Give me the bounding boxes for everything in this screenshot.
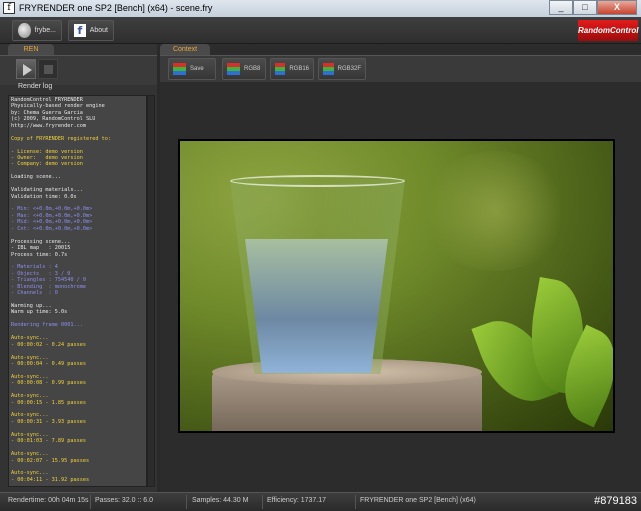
play-button[interactable] [16, 59, 36, 79]
close-button[interactable]: X [597, 0, 637, 15]
frybench-button[interactable]: frybe... [12, 20, 62, 41]
status-product: FRYRENDER one SP2 [Bench] (x64) [360, 497, 476, 504]
window-title: FRYRENDER one SP2 [Bench] (x64) - scene.… [19, 3, 213, 13]
render-log-label: Render log [18, 83, 53, 90]
save-icon [173, 62, 186, 76]
status-samples: Samples: 44.30 M [192, 497, 249, 504]
rgb16-icon [275, 62, 286, 76]
glass-rim [230, 175, 405, 187]
status-passes: Passes: 32.0 :: 6.0 [95, 497, 153, 504]
save-label: Save [190, 66, 204, 72]
rgb8-label: RGB8 [244, 66, 261, 72]
stop-button[interactable] [38, 59, 58, 79]
status-divider [90, 495, 91, 509]
fry-logo-icon [18, 23, 31, 38]
about-button[interactable]: f About [68, 20, 114, 41]
rgb32f-button[interactable]: RGB32F [318, 58, 366, 80]
rgb32f-label: RGB32F [337, 66, 361, 72]
background-bokeh [420, 151, 570, 271]
facebook-icon: f [74, 24, 86, 37]
rgb8-icon [227, 62, 240, 76]
status-divider [262, 495, 263, 509]
status-efficiency: Efficiency: 1737.17 [267, 497, 327, 504]
rgb32f-icon [323, 62, 334, 76]
brand-logo: RandomControl [578, 20, 638, 41]
render-log[interactable]: RandomControl FRYRENDER Physically-based … [8, 95, 147, 487]
render-viewport[interactable] [178, 139, 615, 433]
maximize-button[interactable]: □ [573, 0, 597, 15]
watermark: #879183 [594, 495, 637, 507]
status-divider [186, 495, 187, 509]
about-label: About [89, 27, 108, 34]
context-toolbar: Save RGB8 RGB16 RGB32F [160, 55, 641, 82]
minimize-button[interactable]: _ [549, 0, 573, 15]
tab-ren[interactable]: REN [8, 44, 54, 55]
frybench-label: frybe... [34, 27, 56, 34]
glass-water [245, 239, 388, 373]
status-rendertime: Rendertime: 00h 04m 15s [8, 497, 89, 504]
status-bar: Rendertime: 00h 04m 15s Passes: 32.0 :: … [0, 492, 641, 511]
tab-context[interactable]: Context [160, 44, 210, 55]
rgb8-button[interactable]: RGB8 [222, 58, 266, 80]
rgb16-label: RGB16 [289, 66, 309, 72]
save-button[interactable]: Save [168, 58, 216, 80]
main-toolbar: frybe... f About RandomControl [0, 17, 641, 44]
app-icon: f [3, 2, 15, 14]
window-titlebar: f FRYRENDER one SP2 [Bench] (x64) - scen… [0, 0, 641, 17]
rgb16-button[interactable]: RGB16 [270, 58, 314, 80]
status-divider [355, 495, 356, 509]
render-controls [0, 55, 157, 85]
log-scrollbar[interactable] [147, 95, 155, 487]
window-controls: _ □ X [549, 0, 637, 15]
